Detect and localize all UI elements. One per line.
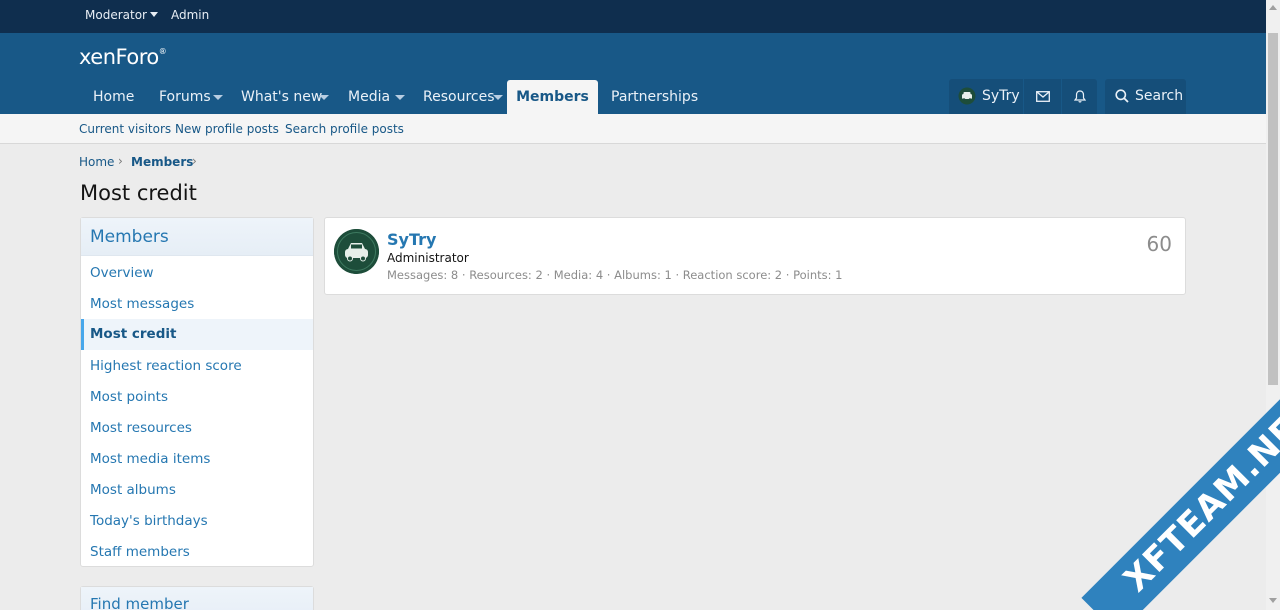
- staff-bar: Moderator Admin: [0, 0, 1266, 33]
- chevron-down-icon[interactable]: [213, 95, 223, 100]
- account-link[interactable]: SyTry: [958, 79, 1028, 114]
- bell-icon: [1074, 90, 1086, 103]
- search-icon: [1115, 89, 1129, 103]
- breadcrumb-home[interactable]: Home: [79, 155, 114, 169]
- envelope-icon: [1036, 91, 1050, 102]
- user-avatar-icon: [958, 87, 976, 105]
- logo-text: xenForo: [79, 45, 159, 69]
- account-group: SyTry: [949, 79, 1097, 114]
- sidebar-item-overview[interactable]: Overview: [81, 258, 313, 289]
- tab-forums-label: Forums: [159, 89, 211, 105]
- car-avatar-icon: [334, 229, 379, 274]
- sidebar-item-staff-members[interactable]: Staff members: [81, 537, 313, 568]
- sidebar-item-most-messages[interactable]: Most messages: [81, 289, 313, 320]
- page-title: Most credit: [80, 181, 197, 205]
- tab-resources[interactable]: Resources: [423, 80, 507, 114]
- tab-home[interactable]: Home: [93, 80, 134, 114]
- tab-whats-new-label: What's new: [241, 89, 323, 105]
- member-stats: Messages: 8 · Resources: 2 · Media: 4 · …: [387, 268, 843, 282]
- members-nav-title: Members: [81, 218, 313, 256]
- alerts-button[interactable]: [1062, 79, 1097, 114]
- sidebar-item-todays-birthdays[interactable]: Today's birthdays: [81, 506, 313, 537]
- watermark-text: XFTEAM.NET: [1116, 392, 1280, 600]
- tab-forums[interactable]: Forums: [159, 80, 229, 114]
- caret-down-icon: [149, 12, 158, 17]
- site-logo[interactable]: xenForo®: [79, 45, 167, 69]
- sidebar-item-most-media-items[interactable]: Most media items: [81, 444, 313, 475]
- site-header: xenForo® Home Forums What's new Media Re…: [0, 33, 1266, 114]
- logo-mark: ®: [158, 47, 167, 56]
- sub-navigation: Current visitors New profile posts Searc…: [0, 114, 1266, 144]
- moderator-menu[interactable]: Moderator: [85, 0, 158, 33]
- chevron-down-icon[interactable]: [395, 95, 405, 100]
- member-credit-value: 60: [1146, 232, 1172, 256]
- find-member-title: Find member: [81, 587, 313, 610]
- chevron-right-icon: ›: [192, 154, 197, 168]
- scroll-down-icon[interactable]: [1269, 598, 1277, 603]
- chevron-right-icon: ›: [118, 154, 123, 168]
- search-label: Search: [1135, 88, 1184, 104]
- chevron-down-icon[interactable]: [319, 95, 329, 100]
- tab-media[interactable]: Media: [348, 80, 410, 114]
- subnav-search-profile-posts[interactable]: Search profile posts: [285, 122, 404, 136]
- sidebar-item-most-albums[interactable]: Most albums: [81, 475, 313, 506]
- chevron-down-icon[interactable]: [493, 95, 503, 100]
- scroll-up-icon[interactable]: [1269, 5, 1277, 10]
- moderator-label: Moderator: [85, 8, 147, 22]
- members-nav-block: Members Overview Most messages Most cred…: [80, 217, 314, 567]
- subnav-new-profile-posts[interactable]: New profile posts: [175, 122, 279, 136]
- sidebar-item-most-resources[interactable]: Most resources: [81, 413, 313, 444]
- member-username[interactable]: SyTry: [387, 230, 436, 249]
- sidebar-item-highest-reaction-score[interactable]: Highest reaction score: [81, 351, 313, 382]
- breadcrumb-members[interactable]: Members: [131, 155, 193, 169]
- avatar[interactable]: [334, 229, 379, 274]
- tab-whats-new[interactable]: What's new: [241, 80, 336, 114]
- member-list-item: SyTry Administrator Messages: 8 · Resour…: [324, 217, 1186, 295]
- sidebar-item-most-points[interactable]: Most points: [81, 382, 313, 413]
- subnav-current-visitors[interactable]: Current visitors: [79, 122, 171, 136]
- tab-resources-label: Resources: [423, 89, 495, 105]
- tab-partnerships[interactable]: Partnerships: [611, 80, 698, 114]
- scroll-thumb[interactable]: [1268, 33, 1278, 385]
- tab-media-label: Media: [348, 89, 391, 105]
- find-member-block: Find member: [80, 586, 314, 610]
- search-button[interactable]: Search: [1105, 79, 1186, 114]
- sidebar-item-most-credit[interactable]: Most credit: [81, 319, 313, 350]
- account-username: SyTry: [982, 88, 1020, 104]
- inbox-button[interactable]: [1024, 79, 1061, 114]
- member-title: Administrator: [387, 251, 469, 265]
- tab-members[interactable]: Members: [507, 80, 598, 114]
- admin-link[interactable]: Admin: [171, 0, 209, 33]
- page-scrollbar[interactable]: [1266, 0, 1280, 610]
